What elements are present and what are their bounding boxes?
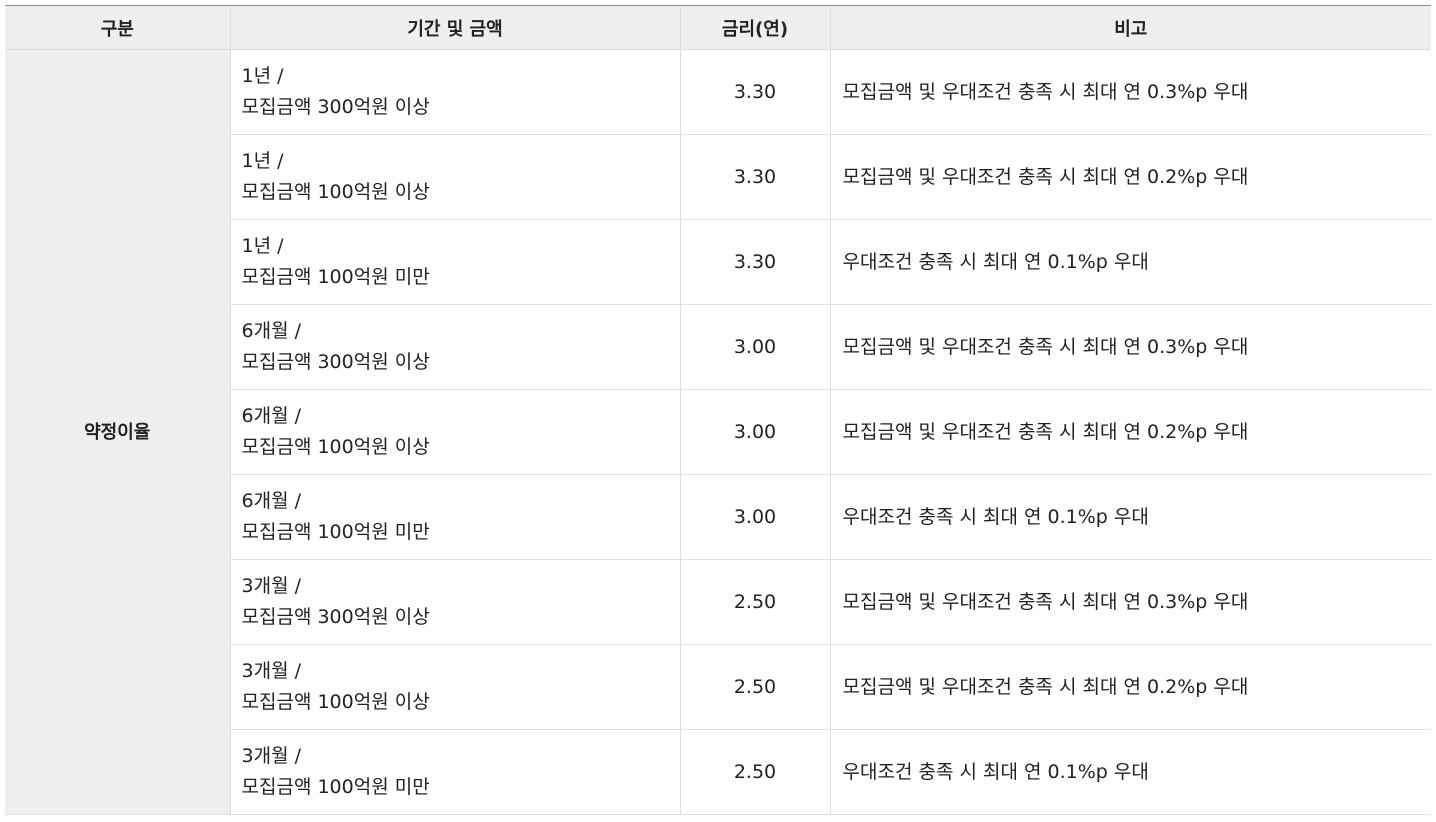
rate-cell: 3.30 bbox=[679, 49, 830, 135]
amount-text: 모집금액 300억원 이상 bbox=[241, 96, 430, 118]
note-cell: 우대조건 충족 시 최대 연 0.1%p 우대 bbox=[829, 474, 1431, 560]
period-text: 1년 / bbox=[241, 65, 284, 87]
period-text: 6개월 / bbox=[241, 320, 302, 342]
category-cell: 약정이율 bbox=[5, 49, 230, 815]
period-text: 3개월 / bbox=[241, 660, 302, 682]
amount-text: 모집금액 300억원 이상 bbox=[241, 606, 430, 628]
amount-text: 모집금액 100억원 이상 bbox=[241, 691, 430, 713]
amount-text: 모집금액 100억원 이상 bbox=[241, 436, 430, 458]
period-cell: 6개월 / 모집금액 300억원 이상 bbox=[229, 304, 680, 390]
period-text: 1년 / bbox=[241, 150, 284, 172]
note-cell: 모집금액 및 우대조건 충족 시 최대 연 0.2%p 우대 bbox=[829, 134, 1431, 220]
period-text: 6개월 / bbox=[241, 405, 302, 427]
rate-table-container: 구분 기간 및 금액 금리(연) 비고 약정이율 1년 / 모집금액 300억원… bbox=[5, 5, 1431, 822]
header-category: 구분 bbox=[5, 5, 230, 50]
note-cell: 우대조건 충족 시 최대 연 0.1%p 우대 bbox=[829, 219, 1431, 305]
period-cell: 3개월 / 모집금액 300억원 이상 bbox=[229, 559, 680, 645]
rate-cell: 3.30 bbox=[679, 219, 830, 305]
rate-cell: 3.30 bbox=[679, 134, 830, 220]
period-cell: 1년 / 모집금액 100억원 미만 bbox=[229, 219, 680, 305]
period-text: 3개월 / bbox=[241, 575, 302, 597]
period-cell: 1년 / 모집금액 100억원 이상 bbox=[229, 134, 680, 220]
rate-cell: 2.50 bbox=[679, 729, 830, 815]
note-cell: 모집금액 및 우대조건 충족 시 최대 연 0.3%p 우대 bbox=[829, 559, 1431, 645]
rate-cell: 3.00 bbox=[679, 474, 830, 560]
header-rate: 금리(연) bbox=[679, 5, 830, 50]
header-row: 구분 기간 및 금액 금리(연) 비고 bbox=[5, 5, 1431, 50]
rate-cell: 3.00 bbox=[679, 389, 830, 475]
note-cell: 모집금액 및 우대조건 충족 시 최대 연 0.2%p 우대 bbox=[829, 644, 1431, 730]
note-cell: 모집금액 및 우대조건 충족 시 최대 연 0.2%p 우대 bbox=[829, 389, 1431, 475]
period-cell: 3개월 / 모집금액 100억원 이상 bbox=[229, 644, 680, 730]
table-row: 약정이율 1년 / 모집금액 300억원 이상 3.30 모집금액 및 우대조건… bbox=[5, 49, 1431, 815]
header-period-amount: 기간 및 금액 bbox=[229, 5, 680, 50]
rate-cell: 2.50 bbox=[679, 644, 830, 730]
amount-text: 모집금액 300억원 이상 bbox=[241, 351, 430, 373]
period-cell: 6개월 / 모집금액 100억원 미만 bbox=[229, 474, 680, 560]
period-cell: 6개월 / 모집금액 100억원 이상 bbox=[229, 389, 680, 475]
period-cell: 1년 / 모집금액 300억원 이상 bbox=[229, 49, 680, 135]
period-text: 3개월 / bbox=[241, 745, 302, 767]
note-cell: 모집금액 및 우대조건 충족 시 최대 연 0.3%p 우대 bbox=[829, 304, 1431, 390]
interest-rate-table: 구분 기간 및 금액 금리(연) 비고 약정이율 1년 / 모집금액 300억원… bbox=[5, 5, 1431, 815]
period-text: 6개월 / bbox=[241, 490, 302, 512]
amount-text: 모집금액 100억원 이상 bbox=[241, 181, 430, 203]
amount-text: 모집금액 100억원 미만 bbox=[241, 776, 430, 798]
table-body: 약정이율 1년 / 모집금액 300억원 이상 3.30 모집금액 및 우대조건… bbox=[5, 49, 1431, 815]
note-cell: 모집금액 및 우대조건 충족 시 최대 연 0.3%p 우대 bbox=[829, 49, 1431, 135]
period-cell: 3개월 / 모집금액 100억원 미만 bbox=[229, 729, 680, 815]
header-note: 비고 bbox=[829, 5, 1431, 50]
amount-text: 모집금액 100억원 미만 bbox=[241, 521, 430, 543]
amount-text: 모집금액 100억원 미만 bbox=[241, 266, 430, 288]
rate-cell: 2.50 bbox=[679, 559, 830, 645]
period-text: 1년 / bbox=[241, 235, 284, 257]
rate-cell: 3.00 bbox=[679, 304, 830, 390]
note-cell: 우대조건 충족 시 최대 연 0.1%p 우대 bbox=[829, 729, 1431, 815]
table-header: 구분 기간 및 금액 금리(연) 비고 bbox=[5, 5, 1431, 50]
